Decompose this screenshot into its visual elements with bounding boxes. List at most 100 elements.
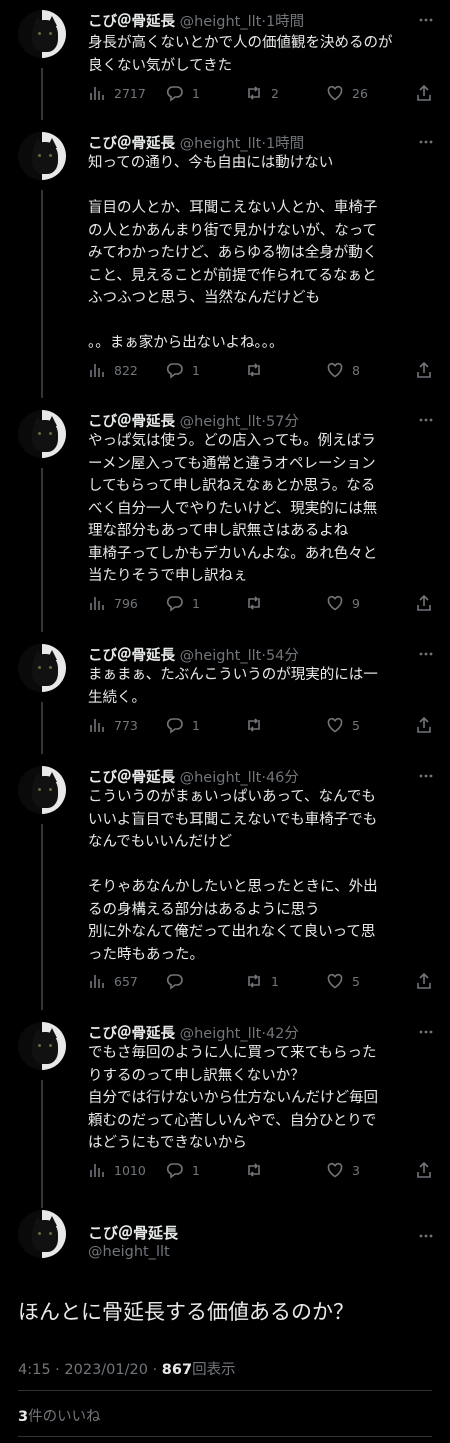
share-icon bbox=[415, 84, 433, 102]
retweet-button[interactable]: 2 bbox=[245, 84, 279, 102]
views-button[interactable]: 2717 bbox=[88, 84, 146, 102]
divider bbox=[18, 1436, 432, 1437]
reply-button[interactable]: 1 bbox=[166, 84, 200, 102]
tweet-header: こび＠骨延長 @height_llt·1時間 bbox=[88, 132, 304, 153]
more-options-icon[interactable] bbox=[418, 134, 434, 150]
avatar[interactable] bbox=[18, 1210, 66, 1258]
like-count: 5 bbox=[352, 717, 360, 733]
reply-button[interactable] bbox=[166, 972, 192, 990]
tweet-actions: 796 1 9 bbox=[88, 594, 433, 614]
views-button[interactable]: 822 bbox=[88, 361, 138, 379]
reply-button[interactable]: 1 bbox=[166, 716, 200, 734]
avatar[interactable] bbox=[18, 644, 66, 692]
author-name[interactable]: こび＠骨延長 bbox=[88, 1026, 175, 1042]
like-button[interactable]: 5 bbox=[326, 716, 360, 734]
author-name[interactable]: こび＠骨延長 bbox=[88, 414, 175, 430]
views-icon bbox=[88, 84, 106, 102]
view-count: 867 bbox=[161, 1362, 193, 1378]
tweet-time[interactable]: 57分 bbox=[266, 414, 299, 430]
more-options-icon[interactable] bbox=[418, 1228, 434, 1244]
like-count: 26 bbox=[352, 85, 368, 101]
reply-button[interactable]: 1 bbox=[166, 1161, 200, 1179]
tweet-text: やっぱ気は使う。どの店入っても。例えばラ ーメン屋入っても通常と違うオペレーショ… bbox=[88, 433, 378, 584]
divider bbox=[18, 1390, 432, 1391]
avatar[interactable] bbox=[18, 766, 66, 814]
heart-icon bbox=[326, 1161, 344, 1179]
thread-connector bbox=[41, 68, 43, 120]
retweet-button[interactable] bbox=[245, 716, 271, 734]
like-button[interactable]: 5 bbox=[326, 972, 360, 990]
tweet-text: 身長が高くないとかで人の価値観を決めるのが 良くない気がしてきた bbox=[88, 35, 393, 74]
tweet-time[interactable]: 1時間 bbox=[266, 136, 304, 152]
author-handle[interactable]: @height_llt bbox=[180, 414, 262, 430]
like-button[interactable]: 3 bbox=[326, 1161, 360, 1179]
more-options-icon[interactable] bbox=[418, 768, 434, 784]
like-button[interactable]: 26 bbox=[326, 84, 368, 102]
share-icon bbox=[415, 1161, 433, 1179]
author-handle[interactable]: @height_llt bbox=[180, 1026, 262, 1042]
meta-separator: · bbox=[152, 1362, 158, 1378]
retweet-button[interactable] bbox=[245, 1161, 271, 1179]
like-button[interactable]: 9 bbox=[326, 594, 360, 612]
more-options-icon[interactable] bbox=[418, 412, 434, 428]
author-name[interactable]: こび＠骨延長 bbox=[88, 136, 175, 152]
author-name[interactable]: こび＠骨延長 bbox=[88, 14, 175, 30]
avatar[interactable] bbox=[18, 10, 66, 58]
share-button[interactable] bbox=[415, 972, 433, 990]
views-button[interactable]: 796 bbox=[88, 594, 138, 612]
retweet-button[interactable] bbox=[245, 361, 271, 379]
views-count: 773 bbox=[114, 717, 138, 733]
tweet-text: こういうのがまぁいっぱいあって、なんでも いいよ盲目でも耳聞こえないでも車椅子で… bbox=[88, 789, 378, 963]
share-icon bbox=[415, 972, 433, 990]
reply-icon bbox=[166, 972, 184, 990]
author-handle[interactable]: @height_llt bbox=[180, 14, 262, 30]
share-button[interactable] bbox=[415, 1161, 433, 1179]
tweet-meta: 4:15 · 2023/01/20 · 867回表示 bbox=[18, 1358, 236, 1379]
views-button[interactable]: 657 bbox=[88, 972, 138, 990]
like-count: 8 bbox=[352, 362, 360, 378]
author-name[interactable]: こび＠骨延長 bbox=[88, 770, 175, 786]
retweet-icon bbox=[245, 84, 263, 102]
author-handle[interactable]: @height_llt bbox=[180, 648, 262, 664]
main-author-name[interactable]: こび＠骨延長 bbox=[88, 1222, 178, 1243]
views-button[interactable]: 1010 bbox=[88, 1161, 146, 1179]
tweet-time[interactable]: 42分 bbox=[266, 1026, 299, 1042]
views-count: 796 bbox=[114, 595, 138, 611]
retweet-button[interactable]: 1 bbox=[245, 972, 279, 990]
tweet-time[interactable]: 46分 bbox=[266, 770, 299, 786]
views-count: 1010 bbox=[114, 1162, 146, 1178]
more-options-icon[interactable] bbox=[418, 1024, 434, 1040]
tweet-time[interactable]: 4:15 bbox=[18, 1362, 51, 1378]
tweet-date[interactable]: 2023/01/20 bbox=[64, 1362, 148, 1378]
more-options-icon[interactable] bbox=[418, 646, 434, 662]
views-count: 822 bbox=[114, 362, 138, 378]
tweet-time[interactable]: 54分 bbox=[266, 648, 299, 664]
tweet-time[interactable]: 1時間 bbox=[266, 14, 304, 30]
retweet-button[interactable] bbox=[245, 594, 271, 612]
share-button[interactable] bbox=[415, 594, 433, 612]
avatar[interactable] bbox=[18, 1022, 66, 1070]
reply-button[interactable]: 1 bbox=[166, 594, 200, 612]
author-handle[interactable]: @height_llt bbox=[180, 770, 262, 786]
tweet-header: こび＠骨延長 @height_llt·1時間 bbox=[88, 10, 304, 31]
main-author-handle[interactable]: @height_llt bbox=[88, 1244, 170, 1260]
views-button[interactable]: 773 bbox=[88, 716, 138, 734]
retweet-count: 1 bbox=[271, 973, 279, 989]
like-button[interactable]: 8 bbox=[326, 361, 360, 379]
share-button[interactable] bbox=[415, 716, 433, 734]
share-button[interactable] bbox=[415, 361, 433, 379]
avatar[interactable] bbox=[18, 132, 66, 180]
retweet-count: 2 bbox=[271, 85, 279, 101]
reply-button[interactable]: 1 bbox=[166, 361, 200, 379]
author-name[interactable]: こび＠骨延長 bbox=[88, 648, 175, 664]
reply-count: 1 bbox=[192, 85, 200, 101]
tweet-actions: 773 1 5 bbox=[88, 716, 433, 736]
share-button[interactable] bbox=[415, 84, 433, 102]
author-handle[interactable]: @height_llt bbox=[180, 136, 262, 152]
avatar[interactable] bbox=[18, 410, 66, 458]
tweet-header: こび＠骨延長 @height_llt·54分 bbox=[88, 644, 299, 665]
views-icon bbox=[88, 361, 106, 379]
more-options-icon[interactable] bbox=[418, 12, 434, 28]
likes-summary[interactable]: 3件のいいね bbox=[18, 1405, 101, 1426]
meta-separator: · bbox=[55, 1362, 60, 1378]
